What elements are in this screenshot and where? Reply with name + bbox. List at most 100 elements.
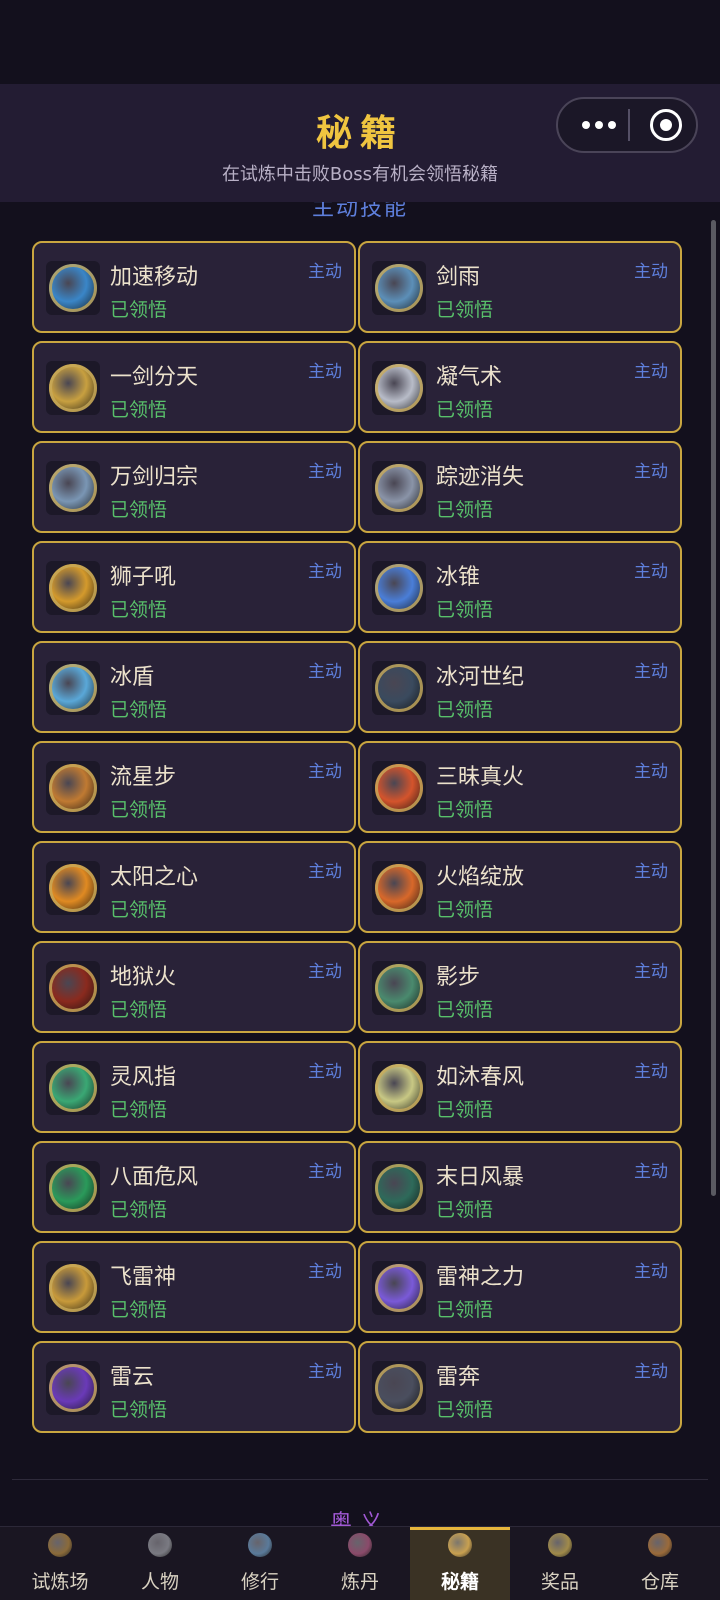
- page-subtitle: 在试炼中击败Boss有机会领悟秘籍: [221, 164, 499, 185]
- spirit-wind-finger-icon: [46, 1061, 100, 1115]
- skill-name: 火焰绽放: [436, 865, 525, 890]
- skill-name: 冰锥: [436, 565, 481, 590]
- skill-card[interactable]: 雷神之力 已领悟 主动: [358, 1241, 682, 1333]
- ice-shield-icon: [46, 661, 100, 715]
- skill-name: 凝气术: [436, 365, 503, 390]
- skill-card[interactable]: 一剑分天 已领悟 主动: [32, 341, 356, 433]
- skill-status: 已领悟: [436, 899, 494, 921]
- tab-item[interactable]: 试炼场: [10, 1527, 110, 1600]
- skill-card[interactable]: 冰盾 已领悟 主动: [32, 641, 356, 733]
- skill-type-badge: 主动: [308, 862, 342, 882]
- skill-card[interactable]: 如沐春风 已领悟 主动: [358, 1041, 682, 1133]
- skill-card[interactable]: 万剑归宗已领悟 主动: [32, 441, 356, 533]
- skill-name: 万剑归宗: [110, 465, 199, 490]
- skill-status: 已领悟: [110, 999, 168, 1021]
- tab-item[interactable]: 修行: [210, 1527, 310, 1600]
- skill-name: 地狱火: [110, 965, 177, 990]
- tab-label: 秘籍: [440, 1571, 479, 1593]
- tab-item[interactable]: 秘籍: [410, 1527, 510, 1600]
- tab-item[interactable]: 奖品: [510, 1527, 610, 1600]
- skill-card[interactable]: 雷云 已领悟 主动: [32, 1341, 356, 1433]
- samadhi-fire-icon: [372, 761, 426, 815]
- warehouse-icon: [648, 1533, 672, 1557]
- hellfire-icon: [46, 961, 100, 1015]
- skill-card[interactable]: 太阳之心 已领悟 主动: [32, 841, 356, 933]
- skill-card[interactable]: 三昧真火已领悟 主动: [358, 741, 682, 833]
- skill-status: 已领悟: [110, 299, 168, 321]
- skill-card[interactable]: 灵风指 已领悟 主动: [32, 1041, 356, 1133]
- tab-label: 人物: [140, 1571, 179, 1593]
- skill-card[interactable]: 凝气术 已领悟 主动: [358, 341, 682, 433]
- flame-bloom-icon: [372, 861, 426, 915]
- sword-rain-icon: [372, 261, 426, 315]
- close-miniprogram-icon[interactable]: [650, 109, 682, 141]
- skill-type-badge: 主动: [308, 762, 342, 782]
- skill-card[interactable]: 影步 已领悟 主动: [358, 941, 682, 1033]
- bottom-tab-bar: 试炼场 人物 修行 炼丹 秘籍 奖品 仓库: [0, 1526, 720, 1600]
- thunder-god-icon: [372, 1261, 426, 1315]
- tab-item[interactable]: 炼丹: [310, 1527, 410, 1600]
- skill-status: 已领悟: [110, 1099, 168, 1121]
- skill-type-badge: 主动: [634, 962, 668, 982]
- sun-heart-icon: [46, 861, 100, 915]
- skill-type-badge: 主动: [634, 1362, 668, 1382]
- skill-type-badge: 主动: [308, 962, 342, 982]
- tab-label: 仓库: [640, 1571, 679, 1593]
- skill-name: 八面危风: [110, 1165, 199, 1190]
- skill-status: 已领悟: [110, 1299, 168, 1321]
- skill-status: 已领悟: [110, 399, 168, 421]
- section-divider: [12, 1479, 708, 1480]
- shadow-step-icon: [372, 961, 426, 1015]
- lion-roar-icon: [46, 561, 100, 615]
- alchemy-icon: [348, 1533, 372, 1557]
- skill-card[interactable]: 雷奔 已领悟 主动: [358, 1341, 682, 1433]
- section-title-active-skills: 主动技能: [311, 202, 408, 221]
- skill-type-badge: 主动: [308, 1062, 342, 1082]
- skill-card[interactable]: 踪迹消失 已领悟 主动: [358, 441, 682, 533]
- more-menu-icon[interactable]: [578, 111, 620, 139]
- skill-status: 已领悟: [110, 599, 168, 621]
- skill-status: 已领悟: [110, 699, 168, 721]
- meteor-step-icon: [46, 761, 100, 815]
- tab-item[interactable]: 仓库: [610, 1527, 710, 1600]
- skill-status: 已领悟: [436, 299, 494, 321]
- skill-card[interactable]: 冰河世纪 已领悟 主动: [358, 641, 682, 733]
- skill-status: 已领悟: [436, 1099, 494, 1121]
- ice-cone-icon: [372, 561, 426, 615]
- swift-move-icon: [46, 261, 100, 315]
- skill-name: 如沐春风: [436, 1065, 525, 1090]
- skill-name: 剑雨: [436, 265, 481, 290]
- tab-item[interactable]: 人物: [110, 1527, 210, 1600]
- skill-status: 已领悟: [436, 599, 494, 621]
- skill-card[interactable]: 狮子吼 已领悟 主动: [32, 541, 356, 633]
- skill-name: 太阳之心: [110, 865, 199, 890]
- skill-card[interactable]: 剑雨 已领悟 主动: [358, 241, 682, 333]
- skill-type-badge: 主动: [634, 762, 668, 782]
- scrollbar[interactable]: [711, 220, 716, 1196]
- skill-card[interactable]: 流星步 已领悟 主动: [32, 741, 356, 833]
- skill-type-badge: 主动: [308, 462, 342, 482]
- skill-name: 雷云: [110, 1365, 155, 1390]
- skill-status: 已领悟: [436, 1399, 494, 1421]
- skill-type-badge: 主动: [634, 862, 668, 882]
- myriad-swords-icon: [46, 461, 100, 515]
- skill-card[interactable]: 地狱火已领悟 主动: [32, 941, 356, 1033]
- skill-card[interactable]: 飞雷神 已领悟 主动: [32, 1241, 356, 1333]
- skill-name: 三昧真火: [436, 765, 525, 790]
- thunder-cloud-icon: [46, 1361, 100, 1415]
- sky-splitting-sword-icon: [46, 361, 100, 415]
- cultivation-icon: [248, 1533, 272, 1557]
- tab-label: 试炼场: [31, 1571, 89, 1593]
- skill-type-badge: 主动: [308, 1362, 342, 1382]
- skill-name: 雷神之力: [436, 1265, 525, 1290]
- skill-type-badge: 主动: [634, 662, 668, 682]
- skills-scroll-area[interactable]: 主动技能 加速移动 已领悟 主动 剑雨 已领悟 主动 一剑分天 已领悟 主动 凝气术 已领悟 主动 万剑…: [0, 202, 720, 1526]
- skill-card[interactable]: 末日风暴 已领悟 主动: [358, 1141, 682, 1233]
- skill-card[interactable]: 八面危风 已领悟 主动: [32, 1141, 356, 1233]
- skill-status: 已领悟: [110, 499, 168, 521]
- skill-card[interactable]: 火焰绽放已领悟 主动: [358, 841, 682, 933]
- skill-status: 已领悟: [436, 799, 494, 821]
- skill-card[interactable]: 加速移动 已领悟 主动: [32, 241, 356, 333]
- tab-label: 奖品: [540, 1571, 579, 1593]
- skill-card[interactable]: 冰锥 已领悟 主动: [358, 541, 682, 633]
